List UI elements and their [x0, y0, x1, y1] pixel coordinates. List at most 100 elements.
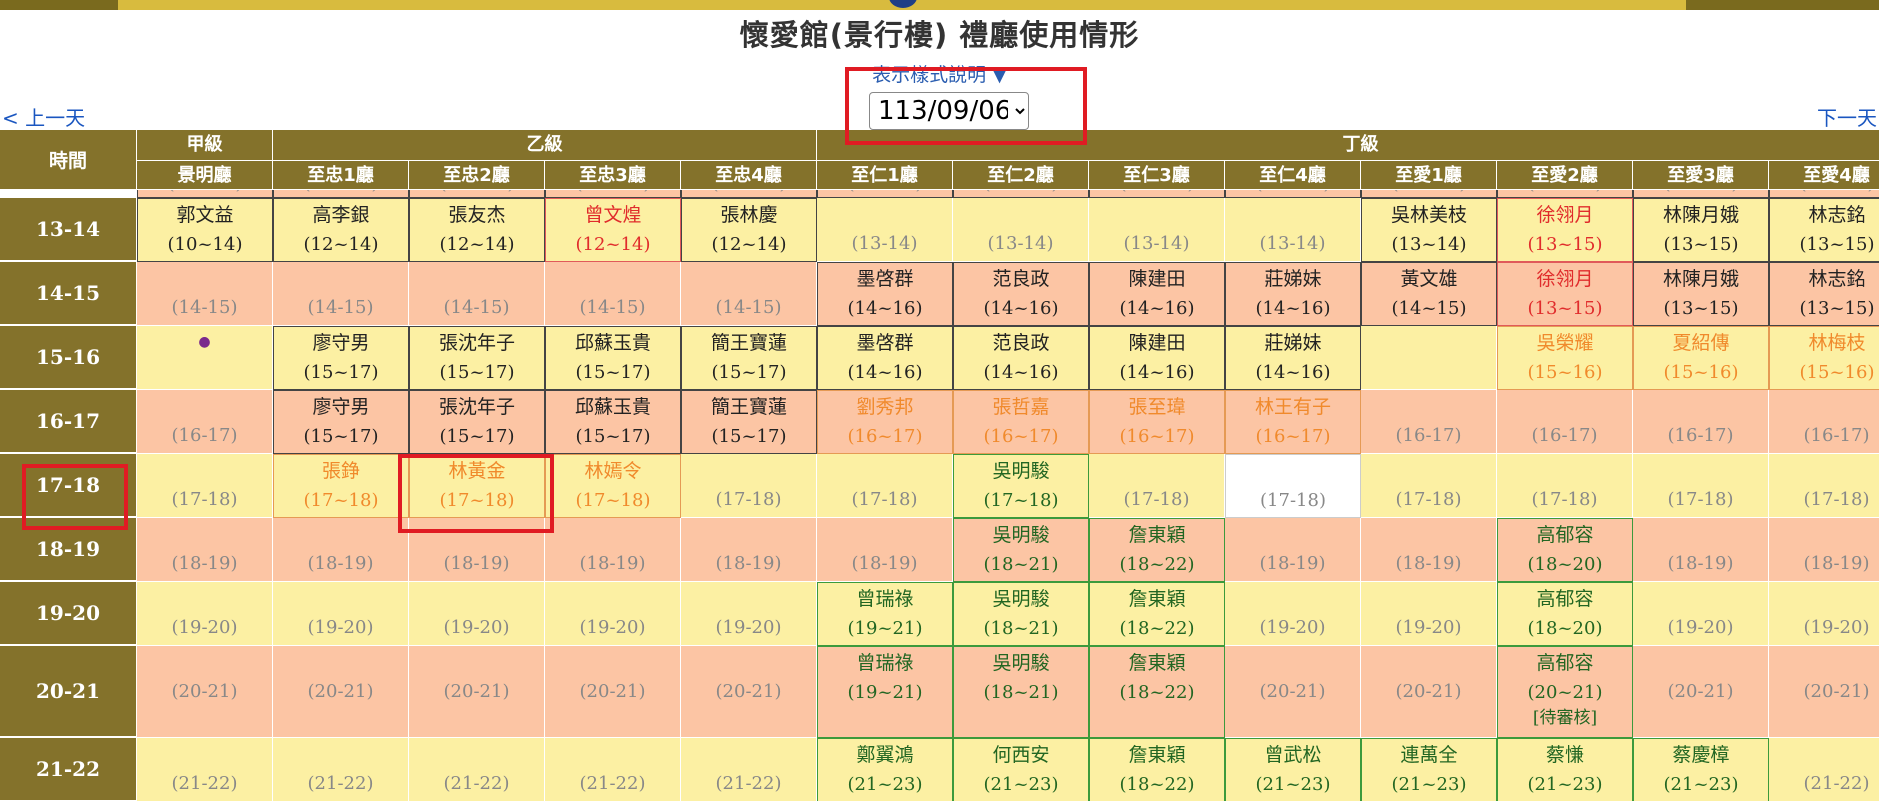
schedule-cell[interactable]: (19-20)	[1225, 582, 1361, 646]
schedule-cell[interactable]: 林陳月娥 (13~15)	[1633, 262, 1769, 326]
schedule-cell[interactable]: (17-18)	[681, 454, 817, 518]
schedule-cell[interactable]	[1361, 326, 1497, 390]
schedule-cell[interactable]: (17-18)	[1225, 454, 1361, 518]
schedule-cell[interactable]: 曾武松 (21~23)	[1225, 738, 1361, 801]
schedule-cell[interactable]: 高郁容 (18~20)	[1497, 582, 1633, 646]
schedule-cell[interactable]: 簡王寶蓮 (15~17)	[681, 390, 817, 454]
schedule-cell[interactable]: 曾瑞祿 (19~21)	[817, 582, 953, 646]
schedule-cell[interactable]: 張哲嘉 (16~17)	[953, 390, 1089, 454]
schedule-cell[interactable]: 黃文雄 (14~15)	[1361, 262, 1497, 326]
schedule-cell[interactable]: 張友杰 (12~14)	[409, 198, 545, 262]
schedule-cell[interactable]: 劉秀邦 (16~17)	[817, 390, 953, 454]
schedule-cell[interactable]: 墨啓群 (14~16)	[817, 326, 953, 390]
schedule-cell[interactable]: (18-19)	[1225, 518, 1361, 582]
schedule-cell[interactable]: 曾瑞祿 (19~21)	[817, 646, 953, 738]
schedule-cell[interactable]: (20-21)	[273, 646, 409, 738]
schedule-cell[interactable]: (20-21)	[545, 646, 681, 738]
schedule-cell[interactable]: 廖守男 (15~17)	[273, 390, 409, 454]
schedule-cell[interactable]: 高郁容 (18~20)	[1497, 518, 1633, 582]
schedule-cell[interactable]: (17-18)	[1361, 454, 1497, 518]
schedule-cell[interactable]: 林梅枝 (15~16)	[1769, 326, 1879, 390]
schedule-cell[interactable]: 簡王寶蓮 (15~17)	[681, 326, 817, 390]
schedule-cell[interactable]: 林陳月娥 (13~15)	[1633, 198, 1769, 262]
schedule-cell[interactable]: (17-18)	[1497, 454, 1633, 518]
schedule-cell[interactable]: (17-18)	[1089, 454, 1225, 518]
schedule-cell[interactable]: (16-17)	[1769, 390, 1879, 454]
schedule-cell[interactable]: 吳明駿 (18~21)	[953, 646, 1089, 738]
date-select[interactable]: 113/09/06	[869, 92, 1029, 130]
schedule-cell[interactable]: (16-17)	[1361, 390, 1497, 454]
schedule-cell[interactable]: 夏紹傳 (15~16)	[1633, 326, 1769, 390]
next-day-link[interactable]: 下一天	[1817, 102, 1877, 131]
schedule-cell[interactable]: (19-20)	[409, 582, 545, 646]
schedule-cell[interactable]: (20-21)	[1769, 646, 1879, 738]
schedule-cell[interactable]: (13-14)	[953, 198, 1089, 262]
schedule-cell[interactable]: (18-19)	[1361, 518, 1497, 582]
schedule-cell[interactable]: 莊娣妹 (14~16)	[1225, 326, 1361, 390]
schedule-cell[interactable]: (14-15)	[409, 262, 545, 326]
schedule-cell[interactable]: (16-17)	[1497, 390, 1633, 454]
schedule-cell[interactable]: 邱蘇玉貴 (15~17)	[545, 326, 681, 390]
schedule-cell[interactable]: (21-22)	[137, 738, 273, 801]
schedule-cell[interactable]: (14-15)	[273, 262, 409, 326]
schedule-cell[interactable]: (19-20)	[681, 582, 817, 646]
schedule-cell[interactable]: (18-19)	[817, 518, 953, 582]
schedule-cell[interactable]: (16-17)	[137, 390, 273, 454]
schedule-cell[interactable]: 林志銘 (13~15)	[1769, 198, 1879, 262]
schedule-cell[interactable]: (19-20)	[1361, 582, 1497, 646]
schedule-cell[interactable]: (17-18)	[1769, 454, 1879, 518]
schedule-cell[interactable]: 吳榮耀 (15~16)	[1497, 326, 1633, 390]
schedule-cell[interactable]: (20-21)	[1225, 646, 1361, 738]
schedule-cell[interactable]: 吳明駿 (18~21)	[953, 582, 1089, 646]
schedule-cell[interactable]: 張林慶 (12~14)	[681, 198, 817, 262]
schedule-cell[interactable]: 連萬全 (21~23)	[1361, 738, 1497, 801]
schedule-cell[interactable]: (18-19)	[545, 518, 681, 582]
schedule-cell[interactable]: (16-17)	[1633, 390, 1769, 454]
schedule-cell[interactable]: (14-15)	[681, 262, 817, 326]
schedule-cell[interactable]: (18-19)	[137, 518, 273, 582]
schedule-cell[interactable]: (20-21)	[1361, 646, 1497, 738]
schedule-cell[interactable]: 何西安 (21~23)	[953, 738, 1089, 801]
schedule-cell[interactable]: 范良政 (14~16)	[953, 326, 1089, 390]
schedule-cell[interactable]: 徐翎月 (13~15)	[1497, 262, 1633, 326]
schedule-cell[interactable]: (21-22)	[681, 738, 817, 801]
schedule-cell[interactable]: 詹東穎 (18~22)	[1089, 518, 1225, 582]
schedule-cell[interactable]: 郭文益 (10~14)	[137, 198, 273, 262]
schedule-cell[interactable]: (21-22)	[545, 738, 681, 801]
schedule-cell[interactable]: 張至瑋 (16~17)	[1089, 390, 1225, 454]
schedule-cell[interactable]: 徐翎月 (13~15)	[1497, 198, 1633, 262]
schedule-cell[interactable]: 吳明駿 (18~21)	[953, 518, 1089, 582]
schedule-cell[interactable]: 林王有子 (16~17)	[1225, 390, 1361, 454]
schedule-cell[interactable]: 陳建田 (14~16)	[1089, 262, 1225, 326]
schedule-cell[interactable]: 林黃金 (17~18)	[409, 454, 545, 518]
schedule-cell[interactable]: (18-19)	[273, 518, 409, 582]
schedule-cell[interactable]: 墨啓群 (14~16)	[817, 262, 953, 326]
schedule-cell[interactable]: 曾文煌 (12~14)	[545, 198, 681, 262]
schedule-cell[interactable]: (19-20)	[273, 582, 409, 646]
schedule-cell[interactable]: 蔡慊 (21~23)	[1497, 738, 1633, 801]
schedule-cell[interactable]: 詹東穎 (18~22)	[1089, 582, 1225, 646]
schedule-cell[interactable]: 張沈年子 (15~17)	[409, 326, 545, 390]
schedule-cell[interactable]: (17-18)	[817, 454, 953, 518]
schedule-cell[interactable]: (17-18)	[137, 454, 273, 518]
schedule-cell[interactable]: (13-14)	[1089, 198, 1225, 262]
schedule-cell[interactable]: 廖守男 (15~17)	[273, 326, 409, 390]
schedule-cell[interactable]: 鄭翼鴻 (21~23)	[817, 738, 953, 801]
legend-toggle-link[interactable]: 表示樣式說明 ▼	[0, 60, 1879, 87]
schedule-cell[interactable]: 邱蘇玉貴 (15~17)	[545, 390, 681, 454]
schedule-cell[interactable]: 莊娣妹 (14~16)	[1225, 262, 1361, 326]
schedule-cell[interactable]: 詹東穎 (18~22)	[1089, 646, 1225, 738]
schedule-cell[interactable]: 張錚 (17~18)	[273, 454, 409, 518]
schedule-cell[interactable]: (17-18)	[1633, 454, 1769, 518]
schedule-cell[interactable]: (19-20)	[1769, 582, 1879, 646]
schedule-cell[interactable]: (19-20)	[545, 582, 681, 646]
schedule-cell[interactable]: 高李銀 (12~14)	[273, 198, 409, 262]
schedule-cell[interactable]: ●	[137, 326, 273, 390]
schedule-cell[interactable]: 蔡慶樟 (21~23)	[1633, 738, 1769, 801]
schedule-cell[interactable]: (18-19)	[1769, 518, 1879, 582]
schedule-cell[interactable]: 張沈年子 (15~17)	[409, 390, 545, 454]
schedule-cell[interactable]: (21-22)	[409, 738, 545, 801]
schedule-cell[interactable]: (21-22)	[273, 738, 409, 801]
schedule-cell[interactable]: (14-15)	[545, 262, 681, 326]
schedule-cell[interactable]: (19-20)	[1633, 582, 1769, 646]
